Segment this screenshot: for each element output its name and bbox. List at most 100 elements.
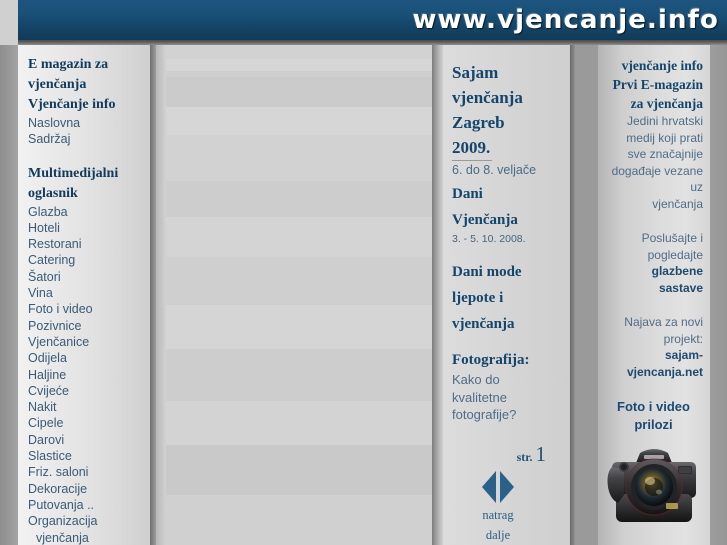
sidebar-item-organizacija[interactable]: Organizacija xyxy=(28,513,144,529)
sidebar-heading-oglasnik-line1: Multimedijalni xyxy=(28,165,119,181)
right-gutter-edge xyxy=(570,45,575,545)
right-gap-1 xyxy=(604,212,703,230)
sidebar-heading-magazine-line3: Vjenčanje info xyxy=(28,97,116,112)
sidebar-item-satori[interactable]: Šatori xyxy=(28,269,144,285)
right-far-edge xyxy=(710,45,727,545)
sidebar-item-organizacija-vjencanja[interactable]: vjenčanja xyxy=(28,530,144,545)
site-title: www.vjencanje.info xyxy=(412,5,719,35)
photography-block: Fotografija: Kako do kvalitetne fotograf… xyxy=(452,350,560,424)
sidebar-item-cipele[interactable]: Cipele xyxy=(28,415,144,431)
right-music-line2: pogledajte xyxy=(647,247,703,262)
fashion-title-line3: vjenčanja xyxy=(452,316,515,332)
photography-body-line2: kvalitetne xyxy=(452,389,507,405)
main-center-divider xyxy=(432,45,443,545)
sidebar-item-putovanja[interactable]: Putovanja .. xyxy=(28,497,144,513)
sidebar-inner: E magazin za vjenčanja Vjenčanje info Na… xyxy=(18,45,150,545)
sidebar-heading-magazine-line2: vjenčanja xyxy=(28,77,87,92)
right-intro-line2: medij koji prati xyxy=(626,130,703,145)
photography-body-line3: fotografije? xyxy=(452,407,517,422)
right-project-link-line1[interactable]: sajam- xyxy=(604,347,703,364)
right-music-link-line2[interactable]: sastave xyxy=(604,280,703,297)
sidebar-item-nakit[interactable]: Nakit xyxy=(28,399,144,415)
fashion-days-block[interactable]: Dani mode ljepote i vjenčanja xyxy=(452,262,560,335)
main-band-11 xyxy=(156,349,432,401)
days-title-line1[interactable]: Dani xyxy=(452,184,560,205)
sidebar-item-dekoracije[interactable]: Dekoracije xyxy=(28,481,144,497)
right-head-line1: vjenčanje info xyxy=(621,58,703,73)
sidebar-item-restorani[interactable]: Restorani xyxy=(28,236,144,252)
right-project-line2: projekt: xyxy=(663,331,703,346)
header-bar: www.vjencanje.info xyxy=(18,0,727,40)
main-band-7 xyxy=(156,181,432,217)
sidebar-item-vina[interactable]: Vina xyxy=(28,285,144,301)
main-band-9 xyxy=(156,257,432,305)
sidebar-item-foto-i-video[interactable]: Foto i video xyxy=(28,301,144,317)
fair-title-line4[interactable]: 2009. xyxy=(452,135,493,161)
right-gap-2 xyxy=(604,296,703,314)
fair-dates: 6. do 8. veljače xyxy=(452,163,537,177)
photography-heading[interactable]: Fotografija: xyxy=(452,350,560,371)
main-band-10 xyxy=(156,305,432,349)
camera-photo-wrap[interactable] xyxy=(604,443,703,536)
right-intro-line4: događaje vezane uz xyxy=(611,163,703,195)
sidebar-item-pozivnice[interactable]: Pozivnice xyxy=(28,318,144,334)
fair-title-line3[interactable]: Zagreb xyxy=(452,110,560,135)
pager-prev-label[interactable]: natrag xyxy=(452,507,560,523)
photography-body-line1: Kako do xyxy=(452,372,500,387)
sidebar-item-naslovna[interactable]: Naslovna xyxy=(28,115,144,131)
right-column-inner: vjenčanje info Prvi E-magazin za vjenčan… xyxy=(598,45,710,536)
days-dates: 3. - 5. 10. 2008. xyxy=(452,233,526,245)
sidebar-item-slastice[interactable]: Slastice xyxy=(28,448,144,464)
right-head-line3: za vjenčanja xyxy=(630,96,703,111)
sidebar-item-odijela[interactable]: Odijela xyxy=(28,350,144,366)
fair-title-line2[interactable]: vjenčanja xyxy=(452,85,560,110)
right-column: vjenčanje info Prvi E-magazin za vjenčan… xyxy=(598,45,710,545)
sidebar-item-sadrzaj[interactable]: Sadržaj xyxy=(28,131,144,147)
right-project-line1: Najava za novi xyxy=(624,315,703,329)
fashion-title-line1: Dani mode xyxy=(452,264,522,280)
main-left-shade xyxy=(156,45,166,545)
sidebar-item-darovi[interactable]: Darovi xyxy=(28,432,144,448)
sidebar-item-vjencanice[interactable]: Vjenčanice xyxy=(28,334,144,350)
main-band-8 xyxy=(156,217,432,257)
right-media-title[interactable]: Foto i video prilozi xyxy=(604,398,703,434)
main-content-area xyxy=(156,45,432,545)
pager: str. 1 xyxy=(452,442,560,467)
right-gap-3 xyxy=(604,380,703,398)
center-column: Sajam vjenčanja Zagreb 2009. 6. do 8. ve… xyxy=(443,45,570,545)
right-project-link-line2[interactable]: vjencanja.net xyxy=(604,364,703,381)
sidebar-item-hoteli[interactable]: Hoteli xyxy=(28,220,144,236)
days-title-line2[interactable]: Vjenčanja xyxy=(452,210,560,231)
sidebar: E magazin za vjenčanja Vjenčanje info Na… xyxy=(18,45,150,545)
main-band-1 xyxy=(156,45,432,59)
sidebar-item-catering[interactable]: Catering xyxy=(28,252,144,268)
main-band-2 xyxy=(156,59,432,71)
main-band-4 xyxy=(156,77,432,107)
main-band-13 xyxy=(156,445,432,495)
header-strip: www.vjencanje.info xyxy=(0,0,727,46)
main-band-12 xyxy=(156,401,432,445)
main-band-5 xyxy=(156,107,432,135)
center-column-inner: Sajam vjenčanja Zagreb 2009. 6. do 8. ve… xyxy=(443,45,570,543)
fashion-title-line2: ljepote i xyxy=(452,290,504,306)
pager-arrows xyxy=(452,470,560,503)
pager-label: str. xyxy=(516,449,533,464)
fair-title-line1[interactable]: Sajam xyxy=(452,60,560,85)
right-music-line1: Poslušajte i xyxy=(641,231,703,245)
pager-next-label[interactable]: dalje xyxy=(452,527,560,543)
outer-left-edge xyxy=(0,45,18,545)
main-band-14 xyxy=(156,495,432,545)
right-intro-line5: vjenčanja xyxy=(652,196,703,211)
sidebar-item-cvijece[interactable]: Cvijeće xyxy=(28,383,144,399)
sidebar-item-haljine[interactable]: Haljine xyxy=(28,367,144,383)
arrow-left-icon[interactable] xyxy=(482,470,496,503)
right-intro-line1: Jedini hrvatski xyxy=(626,114,703,128)
page-root: www.vjencanje.info E magazin za vjenčanj… xyxy=(0,0,727,545)
right-head-line2: Prvi E-magazin xyxy=(612,77,703,92)
main-band-6 xyxy=(156,135,432,181)
sidebar-item-glazba[interactable]: Glazba xyxy=(28,204,144,220)
sidebar-heading-oglasnik-line2: oglasnik xyxy=(28,185,78,201)
right-music-link-line1[interactable]: glazbene xyxy=(604,263,703,280)
sidebar-item-friz-saloni[interactable]: Friz. saloni xyxy=(28,464,144,480)
arrow-right-icon[interactable] xyxy=(500,470,514,503)
